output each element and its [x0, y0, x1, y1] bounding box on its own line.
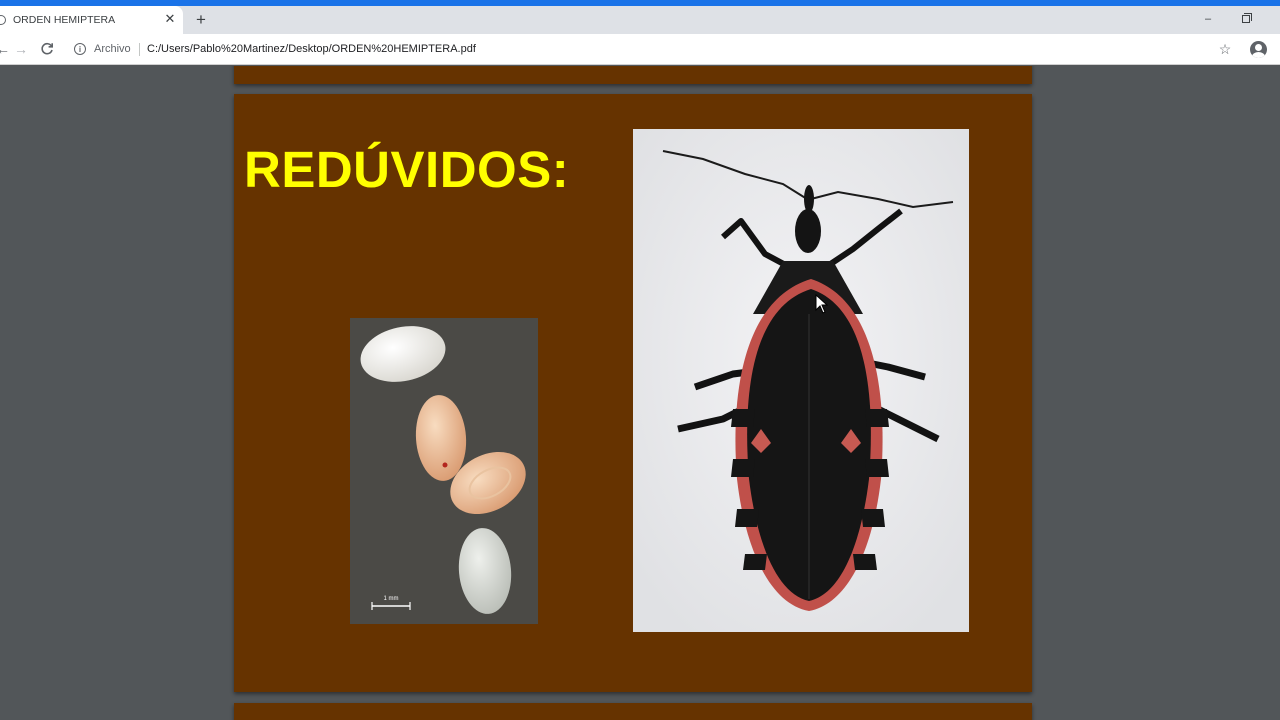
reload-icon[interactable]	[38, 40, 56, 58]
tab-orden-hemiptera[interactable]: ORDEN HEMIPTERA ✕	[0, 6, 183, 34]
globe-icon	[0, 15, 6, 25]
star-icon[interactable]: ☆	[1216, 40, 1234, 58]
close-tab-icon[interactable]: ✕	[162, 11, 178, 27]
mouse-cursor-icon	[815, 294, 829, 314]
slide-title: REDÚVIDOS:	[244, 141, 570, 198]
info-icon[interactable]: i	[74, 43, 86, 55]
account-icon[interactable]	[1250, 41, 1267, 58]
tab-strip: ORDEN HEMIPTERA ✕ + –	[0, 6, 1280, 34]
restore-button[interactable]	[1236, 10, 1256, 28]
pdf-viewport[interactable]: REDÚVIDOS: 1 mm	[0, 66, 1280, 720]
restore-icon	[1242, 13, 1252, 23]
address-divider	[139, 43, 140, 56]
browser-toolbar: ← → i Archivo C:/Users/Pablo%20Martinez/…	[0, 34, 1280, 65]
minimize-button[interactable]: –	[1198, 10, 1218, 28]
eggs-photo: 1 mm	[350, 318, 538, 624]
new-tab-button[interactable]: +	[192, 10, 210, 28]
address-input[interactable]: C:/Users/Pablo%20Martinez/Desktop/ORDEN%…	[147, 43, 476, 55]
arrow-left-icon[interactable]: ←	[0, 40, 12, 58]
pdf-page-previous	[234, 66, 1032, 84]
tab-title: ORDEN HEMIPTERA	[13, 14, 116, 26]
address-scheme-label: Archivo	[94, 43, 131, 55]
kissing-bug-photo	[633, 129, 969, 632]
arrow-right-icon[interactable]: →	[12, 40, 30, 58]
scale-bar-label: 1 mm	[384, 596, 399, 602]
pdf-page-next	[234, 703, 1032, 720]
pdf-page-current: REDÚVIDOS: 1 mm	[234, 94, 1032, 692]
